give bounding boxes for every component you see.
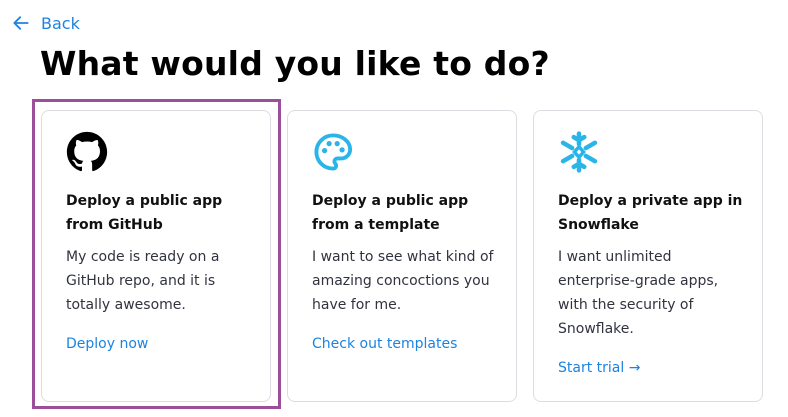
- card-title: Deploy a public app from a template: [312, 193, 469, 233]
- snowflake-icon: [558, 131, 600, 173]
- arrow-left-icon: [13, 16, 29, 30]
- back-button[interactable]: Back: [11, 12, 80, 34]
- selection-highlight: [32, 99, 281, 409]
- back-label: Back: [41, 13, 80, 33]
- palette-icon: [312, 131, 354, 173]
- page-title: What would you like to do?: [40, 44, 550, 83]
- deploy-snowflake-card[interactable]: Deploy a private app in Snowflake I want…: [533, 110, 763, 402]
- start-trial-link[interactable]: Start trial →: [558, 360, 640, 376]
- check-out-templates-link[interactable]: Check out templates: [312, 336, 457, 352]
- card-title: Deploy a private app in Snowflake: [558, 193, 743, 233]
- card-description: I want unlimited enterprise-grade apps, …: [558, 249, 719, 337]
- deploy-template-card[interactable]: Deploy a public app from a template I wa…: [287, 110, 517, 402]
- card-description: I want to see what kind of amazing conco…: [312, 249, 494, 313]
